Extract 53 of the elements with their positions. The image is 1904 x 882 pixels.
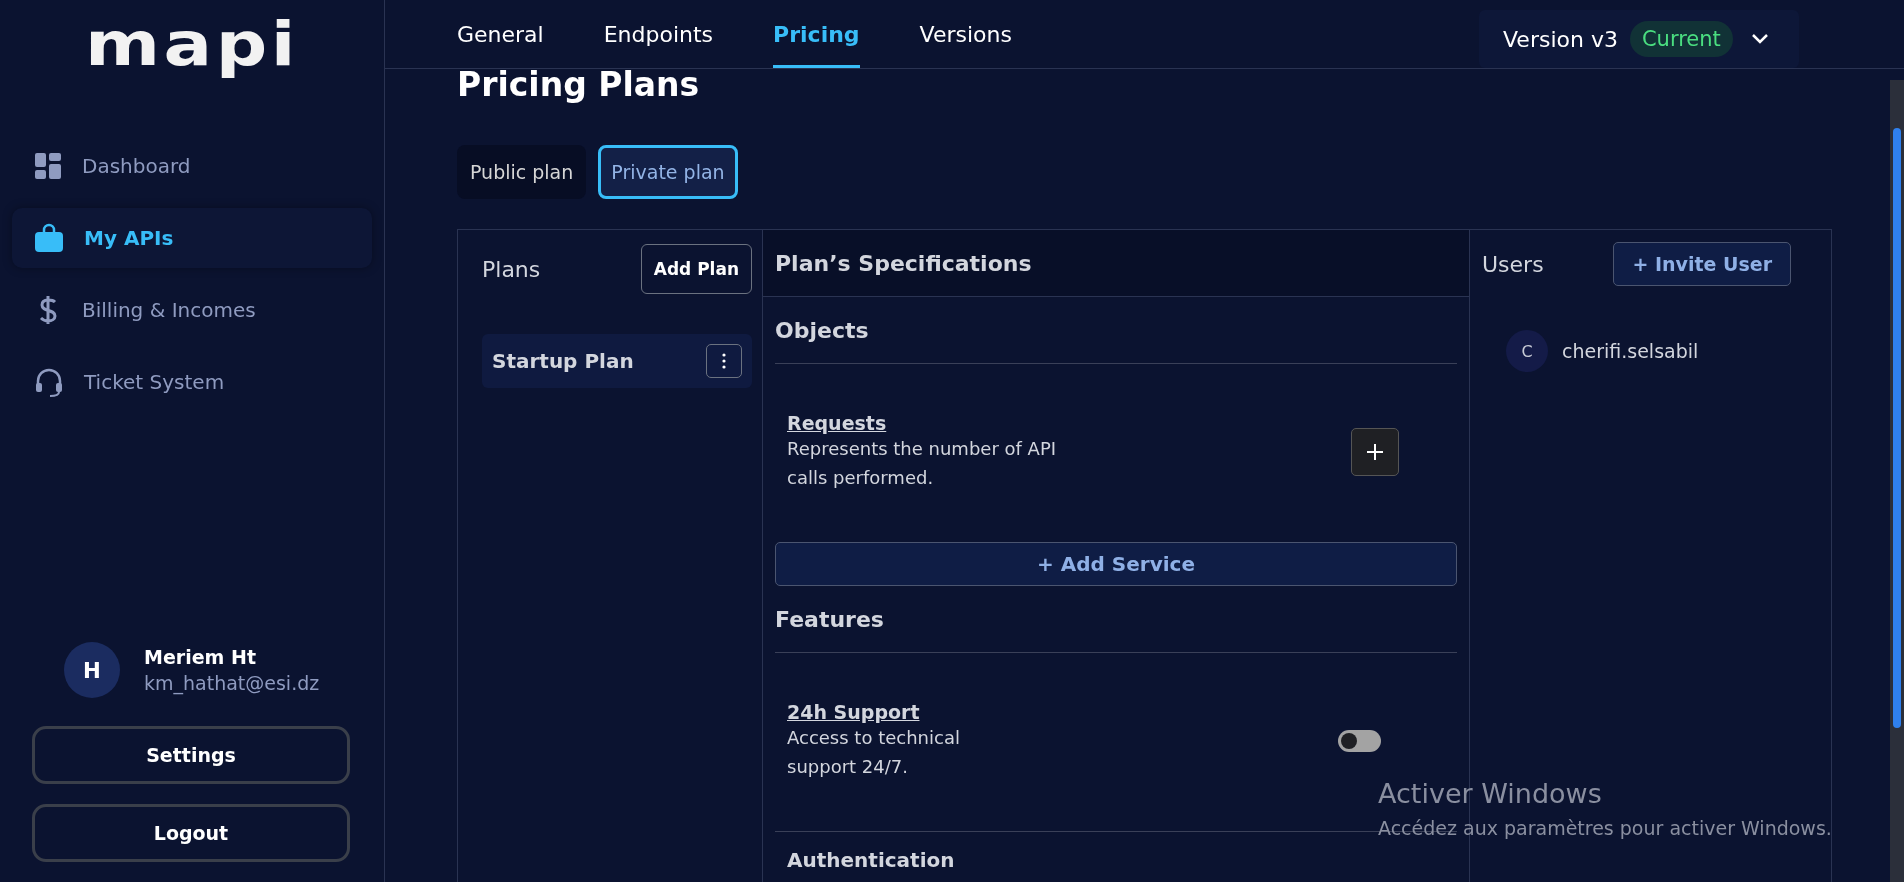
more-options-button[interactable] (706, 344, 742, 378)
nav-item[interactable]: My APIs (12, 208, 372, 268)
plus-icon (1366, 443, 1384, 461)
add-service-button[interactable]: + Add Service (775, 542, 1457, 586)
version-label: Version v3 (1503, 26, 1618, 52)
user-avatar: H (64, 642, 120, 698)
status-badge: Current (1629, 21, 1733, 57)
activation-text: Accédez aux paramètres pour activer Windows. (1378, 817, 1832, 839)
plans-heading: Plans (482, 256, 541, 282)
item-description: Access to technical support 24/7. (787, 726, 961, 779)
plan-name: Startup Plan (492, 349, 634, 373)
nav-label: Billing & Incomes (82, 298, 256, 322)
nav-item[interactable]: Dashboard (12, 136, 372, 196)
item-name: Requests (787, 412, 888, 434)
version-selector[interactable]: Version v3 Current (1479, 10, 1799, 68)
headset-icon (34, 367, 64, 397)
nav-label: Ticket System (84, 370, 225, 394)
settings-button[interactable]: Settings (32, 726, 350, 784)
plan-type-tab[interactable]: Public plan (457, 145, 587, 199)
shopping-bag-icon (34, 223, 64, 253)
tab[interactable]: Pricing (773, 0, 860, 68)
toggle-switch[interactable] (1338, 730, 1381, 752)
add-plan-button[interactable]: Add Plan (640, 244, 752, 294)
logo: mapi (83, 8, 301, 80)
section-heading: Features (775, 586, 1457, 653)
nav-label: Dashboard (82, 154, 191, 178)
tab[interactable]: Endpoints (603, 0, 714, 68)
nav-item[interactable]: Billing & Incomes (12, 280, 372, 340)
section-heading: Objects (775, 297, 1457, 364)
user-avatar: C (1506, 330, 1548, 372)
add-button[interactable] (1351, 428, 1399, 476)
plan-item[interactable]: Startup Plan (482, 334, 752, 388)
specifications-heading: Plan’s Specifications (763, 230, 1469, 297)
user-email: km_hathat@esi.dz (144, 672, 320, 694)
tab[interactable]: Versions (919, 0, 1012, 68)
scrollbar[interactable] (1890, 80, 1904, 882)
nav-item[interactable]: Ticket System (12, 352, 372, 412)
users-heading: Users (1482, 251, 1544, 277)
plan-type-tab[interactable]: Private plan (598, 145, 738, 199)
activation-title: Activer Windows (1378, 778, 1603, 809)
item-description: Represents the number of API calls performed. (787, 437, 1058, 490)
dashboard-icon (34, 152, 62, 180)
section-heading: Authentication (787, 848, 955, 872)
invite-user-button[interactable]: + Invite User (1613, 242, 1791, 286)
page-title: Pricing Plans (457, 69, 701, 101)
user-name: cherifi.selsabil (1562, 340, 1699, 362)
chevron-down-icon (1750, 33, 1769, 45)
user-name: Meriem Ht (144, 646, 257, 668)
logout-button[interactable]: Logout (32, 804, 350, 862)
tab[interactable]: General (457, 0, 544, 68)
item-name: 24h Support (787, 701, 921, 723)
nav-label: My APIs (84, 226, 174, 250)
more-icon (722, 353, 726, 369)
